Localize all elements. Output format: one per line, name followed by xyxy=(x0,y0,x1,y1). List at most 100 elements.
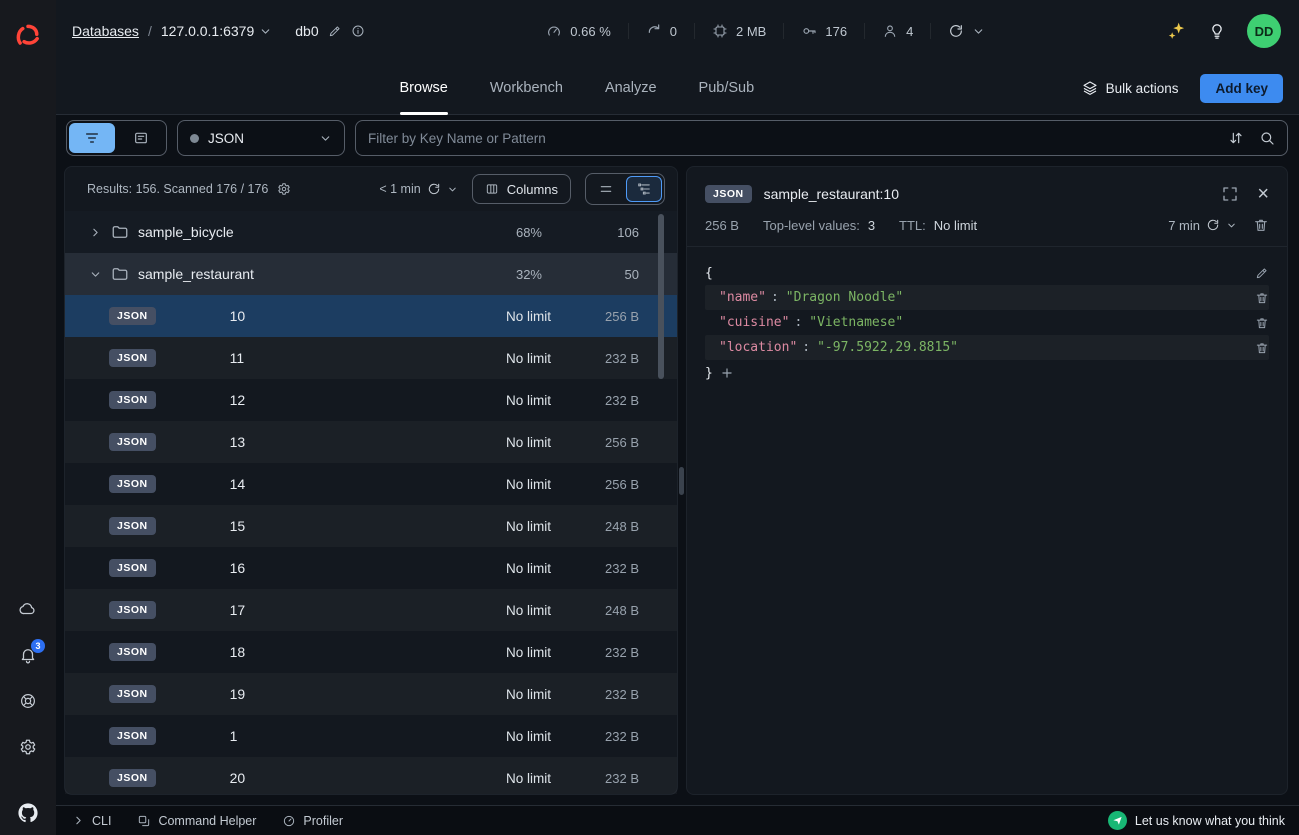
redis-logo[interactable] xyxy=(14,22,42,50)
json-colon: : xyxy=(771,290,779,305)
db-info-icon[interactable] xyxy=(351,24,365,38)
table-row[interactable]: JSON 16 No limit 232 B xyxy=(65,547,677,589)
json-key: "name" xyxy=(719,290,766,305)
github-icon[interactable] xyxy=(18,803,38,823)
edit-json-icon[interactable] xyxy=(1255,266,1269,280)
close-icon[interactable]: × xyxy=(1257,184,1269,204)
cli-button[interactable]: CLI xyxy=(72,814,111,828)
key-type-badge: JSON xyxy=(705,185,752,203)
sort-icon[interactable] xyxy=(1228,130,1244,146)
feedback-icon xyxy=(1108,811,1127,830)
stats-refresh-control[interactable] xyxy=(931,23,1002,39)
table-row[interactable]: JSON 19 No limit 232 B xyxy=(65,673,677,715)
fullscreen-icon[interactable] xyxy=(1221,185,1239,203)
scan-settings-gear-icon[interactable] xyxy=(277,182,291,196)
database-host-selector[interactable]: 127.0.0.1:6379 xyxy=(161,23,272,39)
tab-bar: Browse Workbench Analyze Pub/Sub Bulk ac… xyxy=(56,62,1299,115)
tree-group-sample-bicycle[interactable]: sample_bicycle 68% 106 xyxy=(65,211,677,253)
table-row[interactable]: JSON 20 No limit 232 B xyxy=(65,757,677,794)
view-toggle xyxy=(585,173,665,205)
list-refresh-control[interactable]: < 1 min xyxy=(379,182,457,196)
delete-field-icon[interactable] xyxy=(1255,341,1269,355)
add-key-button[interactable]: Add key xyxy=(1200,74,1283,103)
command-helper-button[interactable]: Command Helper xyxy=(137,814,256,828)
json-editor: { "name" : "Dragon Noodle" "cuisine" : "… xyxy=(687,246,1287,794)
table-row[interactable]: JSON 15 No limit 248 B xyxy=(65,505,677,547)
content-area: Results: 156. Scanned 176 / 176 < 1 min … xyxy=(56,161,1299,805)
selected-key-name[interactable]: sample_restaurant:10 xyxy=(764,186,899,202)
panel-resizer[interactable] xyxy=(678,166,686,795)
json-colon: : xyxy=(802,340,810,355)
edit-db-alias-icon[interactable] xyxy=(328,24,342,38)
key-name: 11 xyxy=(230,350,245,366)
avatar[interactable]: DD xyxy=(1247,14,1281,48)
last-refresh-time: < 1 min xyxy=(379,182,420,196)
key-type-select[interactable]: JSON xyxy=(177,120,345,156)
key-type-badge: JSON xyxy=(109,475,156,493)
table-row[interactable]: JSON 17 No limit 248 B xyxy=(65,589,677,631)
search-icon[interactable] xyxy=(1259,130,1275,146)
folder-icon xyxy=(111,223,129,241)
tree-view-button[interactable] xyxy=(626,176,662,202)
key-name: 17 xyxy=(230,602,246,618)
key-ttl: No limit xyxy=(441,435,551,450)
json-field-row[interactable]: "location" : "-97.5922,29.8815" xyxy=(705,335,1269,360)
table-row[interactable]: JSON 1 No limit 232 B xyxy=(65,715,677,757)
delete-key-icon[interactable] xyxy=(1253,217,1269,233)
tab-analyze[interactable]: Analyze xyxy=(605,62,657,114)
cloud-icon[interactable] xyxy=(18,599,38,619)
delete-field-icon[interactable] xyxy=(1255,316,1269,330)
json-field-row[interactable]: "name" : "Dragon Noodle" xyxy=(705,285,1269,310)
table-row[interactable]: JSON 14 No limit 256 B xyxy=(65,463,677,505)
database-host: 127.0.0.1:6379 xyxy=(161,23,254,39)
key-type-badge: JSON xyxy=(109,727,156,745)
delete-field-icon[interactable] xyxy=(1255,291,1269,305)
group-percent: 68% xyxy=(432,225,542,240)
notifications-bell-icon[interactable]: 3 xyxy=(18,645,38,665)
key-rows: JSON 10 No limit 256 B JSON 11 No limit … xyxy=(65,295,677,794)
tree-group-sample-restaurant[interactable]: sample_restaurant 32% 50 xyxy=(65,253,677,295)
json-close-brace-row: } xyxy=(705,360,1269,386)
list-scrollbar-thumb[interactable] xyxy=(658,214,664,379)
chevron-down-icon xyxy=(319,132,332,145)
main-column: Databases / 127.0.0.1:6379 db0 0.66 % 0 … xyxy=(56,0,1299,835)
list-view-button[interactable] xyxy=(588,176,624,202)
settings-gear-icon[interactable] xyxy=(18,737,38,757)
command-helper-icon xyxy=(137,814,151,828)
key-name: 13 xyxy=(230,434,246,450)
tab-browse[interactable]: Browse xyxy=(400,62,448,114)
details-refresh-control[interactable]: 7 min xyxy=(1168,218,1237,233)
group-count: 106 xyxy=(551,225,639,240)
key-ttl: No limit xyxy=(441,309,551,324)
search-values-mode-button[interactable] xyxy=(118,123,164,153)
help-lifebuoy-icon[interactable] xyxy=(18,691,38,711)
add-field-icon[interactable] xyxy=(720,366,734,380)
left-sidebar: 3 xyxy=(0,0,56,835)
key-size: 232 B xyxy=(551,729,639,744)
ttl-value[interactable]: No limit xyxy=(934,218,977,233)
insights-bulb-icon[interactable] xyxy=(1207,21,1227,41)
json-field-row[interactable]: "cuisine" : "Vietnamese" xyxy=(705,310,1269,335)
json-key: "location" xyxy=(719,340,797,355)
json-open-brace-row: { xyxy=(705,261,1269,285)
table-row[interactable]: JSON 13 No limit 256 B xyxy=(65,421,677,463)
key-name: 20 xyxy=(230,770,246,786)
copilot-sparkle-icon[interactable] xyxy=(1167,21,1187,41)
table-row[interactable]: JSON 11 No limit 232 B xyxy=(65,337,677,379)
bulk-actions-button[interactable]: Bulk actions xyxy=(1082,80,1179,96)
table-row[interactable]: JSON 10 No limit 256 B xyxy=(65,295,677,337)
key-details-meta: 256 B Top-level values: 3 TTL: No limit … xyxy=(687,204,1287,233)
table-row[interactable]: JSON 18 No limit 232 B xyxy=(65,631,677,673)
columns-button[interactable]: Columns xyxy=(472,174,571,204)
cpu-usage-stat: 0.66 % xyxy=(529,23,628,39)
results-summary: Results: 156. Scanned 176 / 176 xyxy=(87,182,268,196)
profiler-button[interactable]: Profiler xyxy=(282,814,343,828)
search-input[interactable] xyxy=(368,131,1213,146)
feedback-link[interactable]: Let us know what you think xyxy=(1108,811,1285,830)
tab-pubsub[interactable]: Pub/Sub xyxy=(699,62,755,114)
table-row[interactable]: JSON 12 No limit 232 B xyxy=(65,379,677,421)
breadcrumb-databases-link[interactable]: Databases xyxy=(72,23,139,39)
filter-mode-button[interactable] xyxy=(69,123,115,153)
tab-workbench[interactable]: Workbench xyxy=(490,62,563,114)
database-stats: 0.66 % 0 2 MB 176 4 xyxy=(529,23,1002,39)
